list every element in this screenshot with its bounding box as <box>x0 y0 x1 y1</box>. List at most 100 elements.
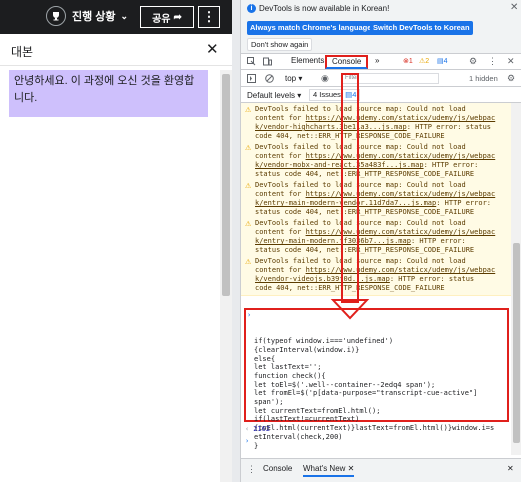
warning-text: status code 404, net::ERR_HTTP_RESPONSE_… <box>255 170 475 178</box>
warning-icon: ⚠ <box>245 106 252 114</box>
tab-console[interactable]: Console <box>325 55 369 69</box>
transcript-header: 대본 ✕ <box>0 34 240 66</box>
result-value: 2162 <box>253 425 271 433</box>
transcript-scrollbar[interactable] <box>220 70 232 482</box>
devtools-tabbar: Elements Console » ⊗1 ⚠2 ▤4 ⚙ ⋮ ✕ <box>241 54 521 70</box>
code-line: if(lastText!=currentText) <box>254 415 360 424</box>
warning-text: DevTools failed to load source map: Coul… <box>255 181 466 189</box>
code-line: else{ <box>254 354 276 363</box>
source-map-link[interactable]: https://www.udemy.com/staticx/udemy/js/w… <box>306 152 496 160</box>
settings-gear-icon[interactable]: ⚙ <box>469 56 477 67</box>
language-infobar: i DevTools is now available in Korean! ✕… <box>241 0 521 54</box>
issues-number: 4 <box>352 90 357 99</box>
close-drawer-icon[interactable]: ✕ <box>507 464 514 473</box>
warning-message: ⚠ DevTools failed to load source map: Cou… <box>241 179 511 220</box>
scrollbar-thumb[interactable] <box>513 243 520 443</box>
console-input-code[interactable]: › if(typeof window.i==='undefined') {clea… <box>244 308 509 450</box>
close-icon[interactable]: ✕ <box>510 2 518 13</box>
code-line: span'); <box>254 398 284 407</box>
drawer-menu-icon[interactable]: ⋮ <box>247 464 256 475</box>
progress-label: 진행 상황 <box>72 11 116 23</box>
warning-text: : HTTP error: <box>410 237 466 245</box>
warning-text: DevTools failed to load source map: Coul… <box>255 105 466 113</box>
source-map-link[interactable]: https://www.udemy.com/staticx/udemy/js/w… <box>306 190 496 198</box>
console-messages: ⚠ DevTools failed to load source map: Cou… <box>241 103 511 455</box>
warning-message: ⚠ DevTools failed to load source map: Cou… <box>241 255 511 296</box>
issues-button[interactable]: 4 Issues: ▤4 <box>309 89 361 101</box>
more-options-button[interactable]: ⋮ <box>198 6 220 28</box>
context-selector[interactable]: top ▾ <box>285 74 302 83</box>
warning-text: content for <box>255 228 306 236</box>
console-filterbar: top ▾ ◉ Filter 1 hidden ⚙ <box>241 71 521 87</box>
warning-text: DevTools failed to load source map: Coul… <box>255 219 466 227</box>
match-language-button[interactable]: Always match Chrome's language <box>247 21 375 35</box>
transcript-title: 대본 <box>11 45 34 59</box>
share-label: 공유 <box>152 13 171 25</box>
source-map-link[interactable]: https://www.udemy.com/staticx/udemy/js/w… <box>306 114 496 122</box>
eye-icon[interactable]: ◉ <box>321 73 329 84</box>
source-map-link[interactable]: k/vendor-highcharts.3be11a3...js.map <box>255 123 407 131</box>
share-button[interactable]: 공유 ➦ <box>140 6 194 28</box>
inspect-element-icon[interactable] <box>247 57 256 68</box>
close-devtools-icon[interactable]: ✕ <box>507 56 515 67</box>
warning-text: content for <box>255 266 306 274</box>
transcript-cue-active[interactable]: 안녕하세요. 이 과정에 오신 것을 환영합니다. <box>9 70 208 117</box>
warning-text: status code 404, net::ERR_HTTP_RESPONSE_… <box>255 208 475 216</box>
warning-text: content for <box>255 152 306 160</box>
source-map-link[interactable]: k/vendor-videojs.b39f0d...js.map <box>255 275 390 283</box>
close-tab-icon[interactable]: ✕ <box>348 464 355 473</box>
console-prompt[interactable]: › <box>245 437 249 445</box>
more-icon: ⋮ <box>202 9 216 24</box>
tab-elements[interactable]: Elements <box>291 56 324 65</box>
dont-show-again-button[interactable]: Don't show again <box>247 38 313 51</box>
infobar-message: DevTools is now available in Korean! <box>259 4 390 13</box>
source-map-link[interactable]: k/vendor-mobx-and-react.35a483f...js.map <box>255 161 424 169</box>
progress-button[interactable]: 진행 상황 ⌄ <box>46 6 128 26</box>
device-toolbar-icon[interactable] <box>263 57 272 68</box>
console-filter-input[interactable]: Filter <box>341 73 439 84</box>
warning-text: DevTools failed to load source map: Coul… <box>255 257 466 265</box>
drawer-tab-whats-new[interactable]: What's New ✕ <box>303 464 355 477</box>
clear-console-icon[interactable] <box>265 74 274 85</box>
scrollbar-thumb[interactable] <box>222 74 230 296</box>
more-tabs-button[interactable]: » <box>375 56 379 65</box>
code-line: if(typeof window.i==='undefined') <box>254 337 394 346</box>
console-settings-icon[interactable]: ⚙ <box>507 73 515 84</box>
close-icon[interactable]: ✕ <box>206 40 219 58</box>
warning-text: : HTTP error: status <box>389 275 475 283</box>
source-map-link[interactable]: k/entry-main-modern.ff3036b7...js.map <box>255 237 411 245</box>
warning-count-badge[interactable]: ⚠2 <box>419 57 429 65</box>
devtools-drawer: ⋮ Console What's New ✕ ✕ <box>241 458 521 482</box>
drawer-tab-console[interactable]: Console <box>263 464 292 473</box>
console-scrollbar[interactable] <box>511 103 521 455</box>
pane-divider[interactable] <box>232 0 240 482</box>
source-map-link[interactable]: https://www.udemy.com/staticx/udemy/js/w… <box>306 228 496 236</box>
code-line: let currentText=fromEl.html(); <box>254 406 381 415</box>
warning-text: code 404, net::ERR_HTTP_RESPONSE_CODE_FA… <box>255 284 445 292</box>
share-arrow-icon: ➦ <box>173 11 182 23</box>
issues-count-badge[interactable]: ▤4 <box>437 57 448 65</box>
warning-text: : HTTP error: status <box>406 123 492 131</box>
issues-label: 4 Issues: <box>313 90 344 99</box>
switch-language-button[interactable]: Switch DevTools to Korean <box>370 21 473 35</box>
more-vertical-icon[interactable]: ⋮ <box>488 56 497 67</box>
warning-text: DevTools failed to load source map: Coul… <box>255 143 466 151</box>
warning-text: : HTTP error: <box>423 161 479 169</box>
whats-new-label: What's New <box>303 464 346 473</box>
console-result: ‹ 2162 <box>245 425 270 433</box>
error-count-badge[interactable]: ⊗1 <box>403 57 413 65</box>
result-arrow-icon: ‹ <box>245 425 250 433</box>
code-lines: if(typeof window.i==='undefined') {clearI… <box>254 337 505 450</box>
error-count: 1 <box>408 58 413 65</box>
code-line: let lastText=''; <box>254 363 322 372</box>
sidebar-toggle-icon[interactable] <box>247 74 256 85</box>
warning-text: content for <box>255 190 306 198</box>
log-level-bar: Default levels ▾ 4 Issues: ▤4 <box>241 88 521 103</box>
source-map-link[interactable]: k/entry-main-modern-vendor.11d7da7...js.… <box>255 199 436 207</box>
log-levels-dropdown[interactable]: Default levels ▾ <box>247 91 301 100</box>
source-map-link[interactable]: https://www.udemy.com/staticx/udemy/js/w… <box>306 266 496 274</box>
chevron-down-icon: ⌄ <box>120 10 129 21</box>
warning-icon: ⚠ <box>245 144 252 152</box>
warning-icon: ⚠ <box>245 182 252 190</box>
warning-text: : HTTP error: <box>436 199 492 207</box>
